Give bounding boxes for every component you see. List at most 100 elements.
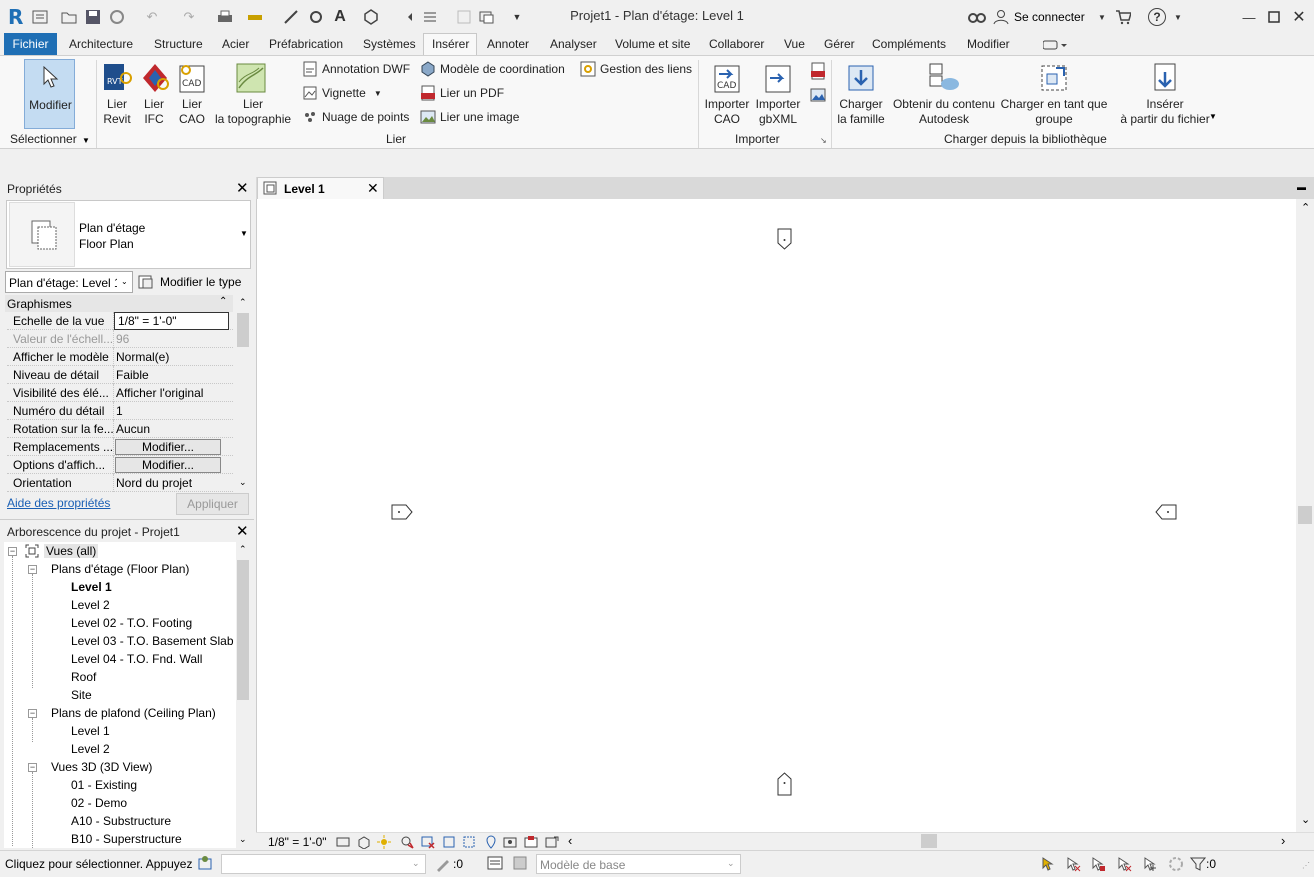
type-dropdown-icon[interactable]: ▼ bbox=[240, 229, 248, 238]
tab-inserer[interactable]: Insérer bbox=[432, 37, 469, 51]
tab-annoter[interactable]: Annoter bbox=[487, 37, 529, 51]
insert-dropdown-icon[interactable]: ▼ bbox=[1209, 112, 1217, 121]
design-options-icon[interactable] bbox=[487, 855, 503, 871]
filter-icon[interactable] bbox=[1190, 856, 1206, 872]
visual-style-icon[interactable] bbox=[357, 835, 371, 849]
canvas-vertical-scrollbar[interactable]: ⌃ ⌄ bbox=[1296, 199, 1314, 832]
section-icon[interactable] bbox=[397, 8, 415, 26]
tab-prefabrication[interactable]: Préfabrication bbox=[269, 37, 343, 51]
cart-icon[interactable] bbox=[1114, 8, 1132, 26]
graphics-section-header[interactable]: Graphismes ⌃ bbox=[5, 295, 233, 312]
scroll-down-icon[interactable]: ⌄ bbox=[239, 477, 247, 488]
overrides-edit-button[interactable]: Modifier... bbox=[115, 439, 221, 455]
3d-view-icon[interactable] bbox=[362, 8, 380, 26]
tree-item-floor-site[interactable]: Site bbox=[71, 688, 92, 702]
revit-logo[interactable]: R bbox=[8, 5, 23, 29]
tree-item-3d-existing[interactable]: 01 - Existing bbox=[71, 778, 137, 792]
select-panel-title[interactable]: Sélectionner bbox=[10, 132, 77, 146]
tree-group-3d-views[interactable]: Vues 3D (3D View) bbox=[51, 760, 152, 774]
link-pdf-button[interactable]: Lier un PDF bbox=[420, 85, 504, 101]
load-family-button[interactable]: Charger la famille bbox=[834, 59, 888, 129]
scroll-up-icon[interactable]: ⌃ bbox=[239, 297, 247, 308]
help-dropdown-icon[interactable]: ▼ bbox=[1169, 8, 1187, 26]
help-icon[interactable]: ? bbox=[1148, 8, 1166, 26]
tab-volume-et-site[interactable]: Volume et site bbox=[615, 37, 690, 51]
coordination-model-button[interactable]: Modèle de coordination bbox=[420, 61, 565, 77]
tab-vue[interactable]: Vue bbox=[784, 37, 805, 51]
tab-architecture[interactable]: Architecture bbox=[69, 37, 133, 51]
workset-select[interactable]: ⌄ bbox=[221, 854, 426, 874]
select-underlay-icon[interactable] bbox=[1065, 856, 1081, 872]
contextual-tab-icon[interactable] bbox=[1042, 38, 1069, 52]
switch-windows-icon[interactable] bbox=[478, 8, 496, 26]
editable-only-icon[interactable] bbox=[512, 855, 528, 871]
tab-structure[interactable]: Structure bbox=[154, 37, 203, 51]
decal-button[interactable]: Vignette ▼ bbox=[302, 85, 382, 101]
edit-type-button[interactable]: Modifier le type bbox=[138, 272, 248, 292]
import-gbxml-button[interactable]: Importer gbXML bbox=[753, 59, 803, 129]
link-topography-button[interactable]: Lier la topographie bbox=[213, 59, 293, 129]
tab-modifier[interactable]: Modifier bbox=[967, 37, 1010, 51]
crop-view-icon[interactable] bbox=[442, 835, 456, 849]
properties-scrollbar[interactable]: ⌃ ⌄ bbox=[236, 295, 250, 492]
print-icon[interactable] bbox=[216, 8, 234, 26]
modify-button[interactable]: Modifier bbox=[24, 59, 75, 129]
display-options-edit-button[interactable]: Modifier... bbox=[115, 457, 221, 473]
elevation-marker-north[interactable] bbox=[775, 227, 795, 251]
tab-acier[interactable]: Acier bbox=[222, 37, 249, 51]
sun-path-icon[interactable] bbox=[377, 835, 391, 849]
browser-scrollbar[interactable]: ⌃ ⌄ bbox=[236, 542, 250, 848]
type-selector[interactable]: Plan d'étage Floor Plan ▼ bbox=[6, 200, 251, 269]
tree-item-3d-substructure[interactable]: A10 - Substructure bbox=[71, 814, 171, 828]
save-icon[interactable] bbox=[84, 8, 102, 26]
point-cloud-button[interactable]: Nuage de points bbox=[302, 109, 409, 125]
autodesk-content-button[interactable]: Obtenir du contenu Autodesk bbox=[890, 59, 998, 129]
redo-icon[interactable]: ↷ bbox=[180, 8, 198, 26]
decal-dropdown-icon[interactable]: ▼ bbox=[374, 89, 382, 98]
tree-item-floor-level-02[interactable]: Level 02 - T.O. Footing bbox=[71, 616, 192, 630]
tree-item-ceiling-level-1[interactable]: Level 1 bbox=[71, 724, 110, 738]
prop-row-orientation[interactable]: Orientation Nord du projet bbox=[7, 474, 233, 492]
import-cad-button[interactable]: CAD Importer CAO bbox=[702, 59, 752, 129]
select-links-icon[interactable] bbox=[1040, 856, 1056, 872]
background-process-icon[interactable] bbox=[1168, 856, 1184, 872]
control-bar-scroll-right-icon[interactable]: › bbox=[1281, 833, 1285, 848]
browser-scroll-thumb[interactable] bbox=[237, 560, 249, 700]
expand-toggle[interactable]: − bbox=[28, 763, 37, 772]
rendering-icon[interactable] bbox=[421, 835, 435, 849]
link-image-button[interactable]: Lier une image bbox=[420, 109, 519, 125]
collapse-icon[interactable]: ⌃ bbox=[219, 296, 227, 307]
drag-elements-icon[interactable] bbox=[1142, 856, 1158, 872]
instance-filter-select[interactable]: Plan d'étage: Level 1 ⌄ bbox=[5, 271, 133, 293]
import-image-button[interactable] bbox=[809, 86, 827, 104]
tree-item-floor-level-2[interactable]: Level 2 bbox=[71, 598, 110, 612]
resize-grip-icon[interactable]: ⋰ bbox=[1302, 861, 1310, 870]
properties-scroll-thumb[interactable] bbox=[237, 313, 249, 347]
sync-icon[interactable] bbox=[108, 8, 126, 26]
open-icon[interactable] bbox=[60, 8, 78, 26]
worksharing-icon[interactable] bbox=[197, 855, 213, 871]
prop-row-view-scale[interactable]: Echelle de la vue 1/8" = 1'-0" bbox=[7, 312, 233, 330]
tab-overflow-icon[interactable]: ▬ bbox=[1297, 182, 1306, 192]
tree-root-views[interactable]: Vues (all) bbox=[44, 544, 99, 558]
tab-complements[interactable]: Compléments bbox=[872, 37, 946, 51]
tab-collaborer[interactable]: Collaborer bbox=[709, 37, 764, 51]
aligned-dimension-icon[interactable] bbox=[282, 8, 300, 26]
expand-toggle[interactable]: − bbox=[28, 565, 37, 574]
elevation-marker-east[interactable] bbox=[1152, 502, 1178, 522]
show-crop-icon[interactable] bbox=[462, 835, 476, 849]
scroll-up-icon[interactable]: ⌃ bbox=[239, 544, 247, 555]
prop-row-display-model[interactable]: Afficher le modèle Normal(e) bbox=[7, 348, 233, 366]
tree-item-floor-roof[interactable]: Roof bbox=[71, 670, 96, 684]
tab-analyser[interactable]: Analyser bbox=[550, 37, 597, 51]
expand-toggle[interactable]: − bbox=[8, 547, 17, 556]
tree-item-3d-demo[interactable]: 02 - Demo bbox=[71, 796, 127, 810]
tree-group-floor-plans[interactable]: Plans d'étage (Floor Plan) bbox=[51, 562, 189, 576]
user-icon[interactable] bbox=[992, 8, 1010, 26]
tree-item-floor-level-1[interactable]: Level 1 bbox=[71, 580, 112, 594]
import-pdf-button[interactable] bbox=[809, 62, 827, 80]
tab-systemes[interactable]: Systèmes bbox=[363, 37, 416, 51]
select-pinned-icon[interactable] bbox=[1090, 856, 1106, 872]
canvas-hscroll-thumb[interactable] bbox=[921, 834, 937, 848]
canvas-vscroll-thumb[interactable] bbox=[1298, 506, 1312, 524]
